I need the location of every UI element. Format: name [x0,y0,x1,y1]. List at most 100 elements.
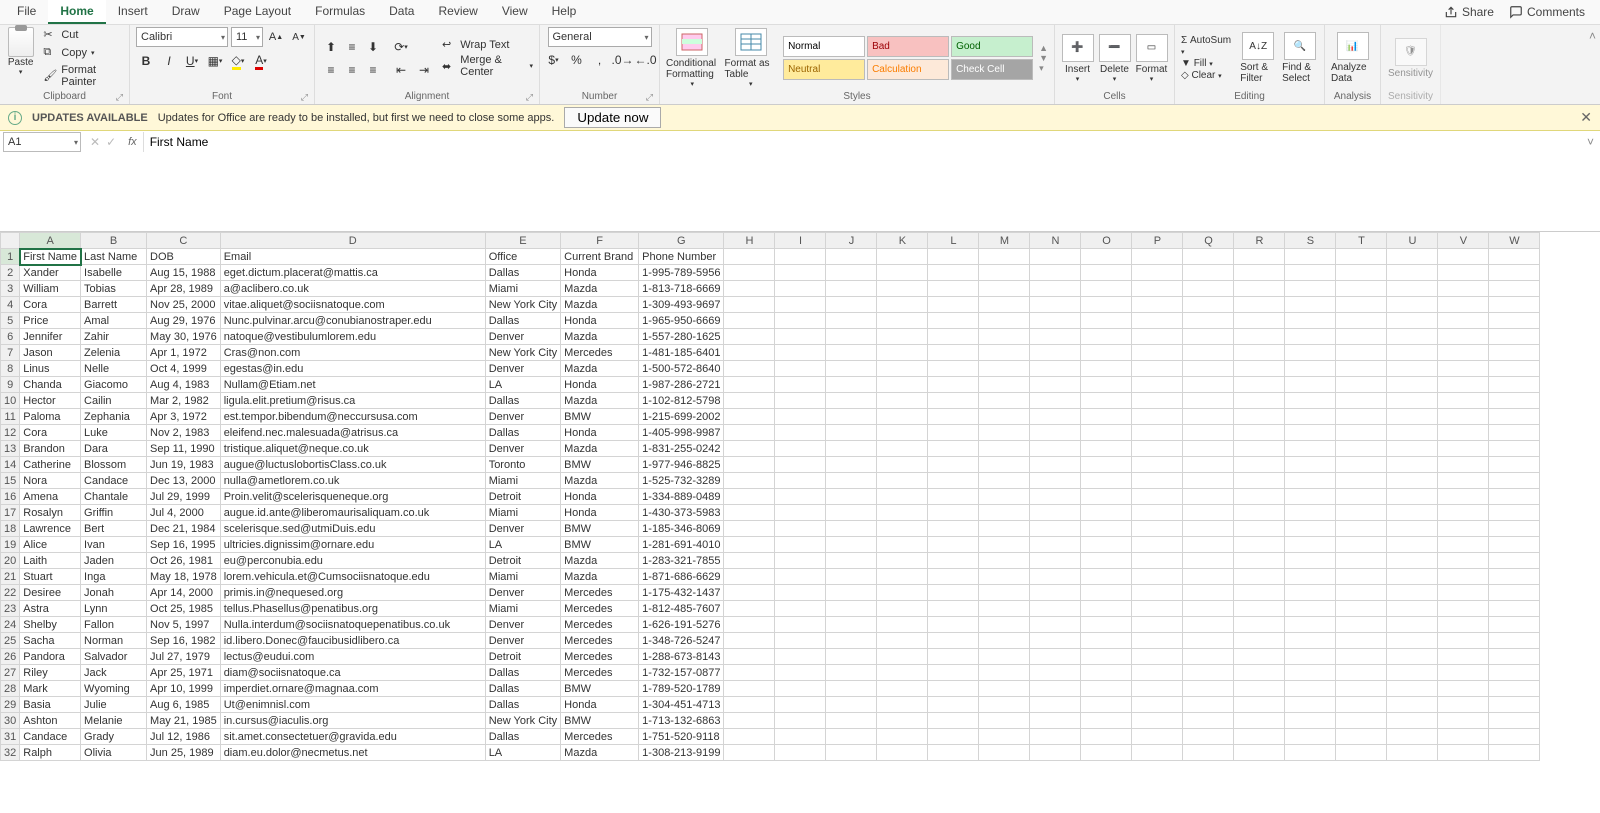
comments-button[interactable]: Comments [1509,5,1585,19]
cell[interactable] [1489,345,1540,361]
cell[interactable] [979,313,1030,329]
cell[interactable]: Denver [485,585,560,601]
cell[interactable] [928,361,979,377]
cell[interactable] [1081,713,1132,729]
cell[interactable] [1438,585,1489,601]
cell[interactable]: Jul 4, 2000 [147,505,221,521]
cell[interactable] [1387,265,1438,281]
cell[interactable] [1285,489,1336,505]
cell[interactable]: Astra [20,601,81,617]
cell[interactable] [1132,265,1183,281]
delete-cells-button[interactable]: ➖Delete▾ [1098,34,1131,83]
cell[interactable] [928,409,979,425]
cell[interactable] [1132,553,1183,569]
cell[interactable] [979,473,1030,489]
decrease-font-icon[interactable]: A▼ [289,27,309,47]
cell[interactable]: 1-481-185-6401 [639,345,724,361]
cell[interactable]: Mazda [561,329,639,345]
cell[interactable]: Miami [485,601,560,617]
cell[interactable] [1285,441,1336,457]
cell[interactable]: Apr 10, 1999 [147,681,221,697]
cell[interactable]: May 21, 1985 [147,713,221,729]
cell[interactable] [1183,665,1234,681]
cell[interactable] [979,537,1030,553]
tab-help[interactable]: Help [540,0,589,24]
cell[interactable] [1489,393,1540,409]
cell[interactable] [1081,297,1132,313]
cell[interactable] [1489,473,1540,489]
cell[interactable]: Amena [20,489,81,505]
cell[interactable] [1489,265,1540,281]
cell[interactable]: Mercedes [561,617,639,633]
cell[interactable] [1183,345,1234,361]
cell[interactable] [1030,265,1081,281]
cell[interactable] [1489,297,1540,313]
cell[interactable] [928,393,979,409]
cell[interactable] [1489,457,1540,473]
cell[interactable]: BMW [561,681,639,697]
cell[interactable] [1336,537,1387,553]
cell[interactable] [1183,441,1234,457]
cell[interactable]: Mazda [561,281,639,297]
align-right-icon[interactable]: ≡ [363,60,383,80]
cell[interactable] [1183,457,1234,473]
cell[interactable]: Jul 27, 1979 [147,649,221,665]
row-header[interactable]: 15 [1,473,20,489]
cell[interactable] [979,345,1030,361]
cell[interactable] [979,729,1030,745]
cell[interactable]: Mazda [561,393,639,409]
cell[interactable] [877,745,928,761]
cell[interactable] [724,265,775,281]
cell[interactable] [877,521,928,537]
style-neutral[interactable]: Neutral [783,59,865,80]
cell[interactable] [826,713,877,729]
cell[interactable]: Aug 4, 1983 [147,377,221,393]
cell[interactable] [1132,569,1183,585]
cell[interactable] [1387,313,1438,329]
cell[interactable] [1438,681,1489,697]
cell[interactable] [928,425,979,441]
cell[interactable] [1030,665,1081,681]
cell[interactable] [1132,521,1183,537]
cell[interactable] [979,649,1030,665]
cell[interactable]: Julie [81,697,147,713]
cell[interactable]: Denver [485,441,560,457]
cell[interactable]: 1-348-726-5247 [639,633,724,649]
cell[interactable] [877,681,928,697]
cell[interactable] [1336,681,1387,697]
cell[interactable] [724,729,775,745]
cell[interactable]: scelerisque.sed@utmiDuis.edu [220,521,485,537]
cell[interactable] [1132,329,1183,345]
cell[interactable]: William [20,281,81,297]
tab-page-layout[interactable]: Page Layout [212,0,303,24]
cell[interactable] [1387,489,1438,505]
cell[interactable] [826,585,877,601]
cell[interactable] [724,745,775,761]
cell[interactable] [775,313,826,329]
cell[interactable]: Toronto [485,457,560,473]
cell[interactable] [877,505,928,521]
cell[interactable] [1234,601,1285,617]
cell[interactable] [1438,553,1489,569]
tab-view[interactable]: View [490,0,540,24]
row-header[interactable]: 12 [1,425,20,441]
cell[interactable] [1285,281,1336,297]
cell[interactable] [877,729,928,745]
tab-home[interactable]: Home [48,0,105,24]
cell[interactable]: Apr 14, 2000 [147,585,221,601]
cell[interactable] [1387,729,1438,745]
cell[interactable]: 1-334-889-0489 [639,489,724,505]
cell[interactable]: Chantale [81,489,147,505]
col-header-E[interactable]: E [485,233,560,249]
cell[interactable]: Oct 4, 1999 [147,361,221,377]
cell[interactable]: Miami [485,505,560,521]
cell[interactable] [1081,409,1132,425]
row-header[interactable]: 29 [1,697,20,713]
cell[interactable] [1489,281,1540,297]
cell[interactable] [1081,601,1132,617]
cell[interactable]: Mercedes [561,585,639,601]
cell[interactable] [1030,713,1081,729]
cell[interactable]: Alice [20,537,81,553]
cell[interactable] [1285,585,1336,601]
row-header[interactable]: 31 [1,729,20,745]
